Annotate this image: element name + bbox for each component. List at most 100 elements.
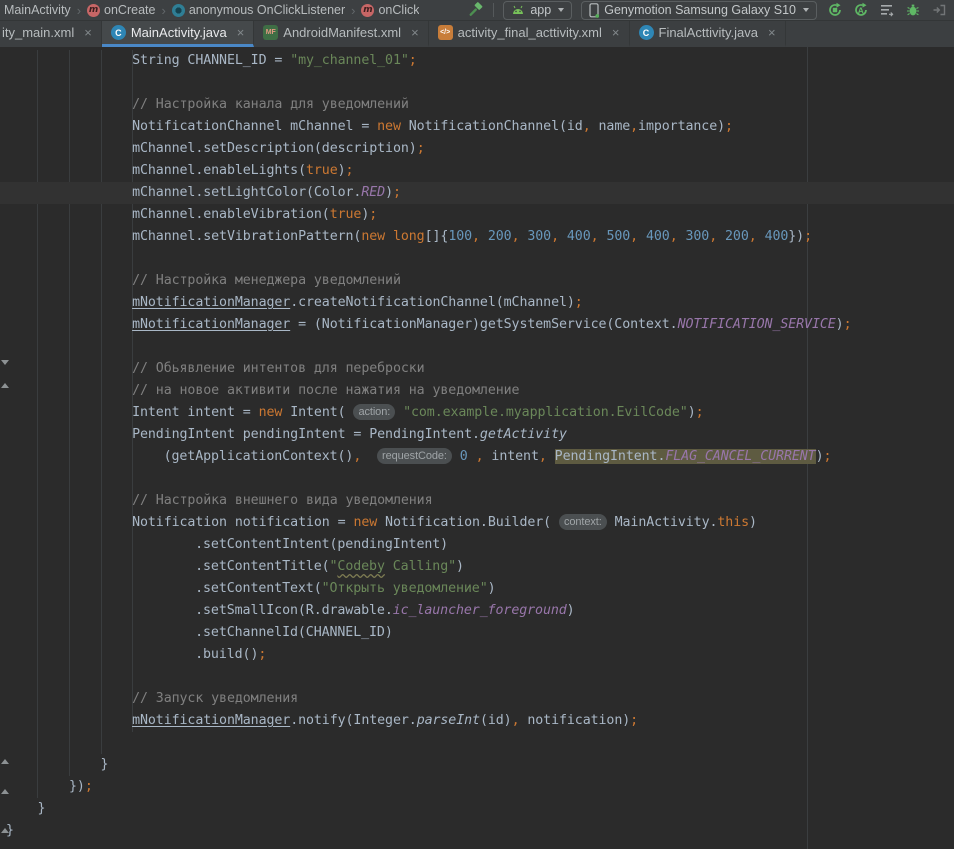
breadcrumb-item[interactable]: anonymous OnClickListener bbox=[172, 3, 345, 17]
apply-code-changes-icon[interactable]: A bbox=[852, 2, 870, 18]
fold-marker-icon[interactable] bbox=[1, 383, 9, 388]
close-icon[interactable]: × bbox=[612, 26, 620, 39]
breadcrumb-separator: › bbox=[161, 3, 165, 18]
code-line[interactable]: .build(); bbox=[0, 644, 954, 666]
editor-tab-bar: ity_main.xml × C MainActivity.java × MF Androi… bbox=[0, 21, 954, 47]
toolbar-actions: app Genymotion Samsung Galaxy S10 A bbox=[466, 1, 948, 20]
manifest-file-icon: MF bbox=[263, 25, 278, 40]
editor-tab[interactable]: C FinalActtivity.java × bbox=[630, 21, 786, 47]
android-icon bbox=[511, 5, 525, 15]
code-line[interactable] bbox=[0, 336, 954, 358]
xml-file-icon: </> bbox=[438, 25, 453, 40]
breadcrumb-separator: › bbox=[77, 3, 81, 18]
code-lines: String CHANNEL_ID = "my_channel_01"; // Н… bbox=[0, 47, 954, 842]
breadcrumb: MainActivity › m onCreate › anonymous OnClick… bbox=[4, 3, 419, 18]
code-line[interactable]: .setContentTitle("Codeby Calling") bbox=[0, 556, 954, 578]
breadcrumb-item[interactable]: m onCreate bbox=[87, 3, 155, 17]
editor-tab[interactable]: C MainActivity.java × bbox=[102, 21, 254, 47]
breadcrumb-label: MainActivity bbox=[4, 3, 71, 17]
code-line[interactable]: PendingIntent pendingIntent = PendingInt… bbox=[0, 424, 954, 446]
tab-label: FinalActtivity.java bbox=[659, 25, 758, 40]
code-line[interactable]: mNotificationManager.notify(Integer.pars… bbox=[0, 710, 954, 732]
code-line[interactable]: } bbox=[0, 754, 954, 776]
code-line[interactable]: .setContentIntent(pendingIntent) bbox=[0, 534, 954, 556]
breadcrumb-label: onCreate bbox=[104, 3, 155, 17]
close-icon[interactable]: × bbox=[237, 26, 245, 39]
code-line[interactable]: (getApplicationContext(), requestCode: 0… bbox=[0, 446, 954, 468]
method-icon: m bbox=[361, 4, 374, 17]
tab-label: AndroidManifest.xml bbox=[283, 25, 401, 40]
fold-marker-icon[interactable] bbox=[1, 828, 9, 833]
code-line[interactable]: }); bbox=[0, 776, 954, 798]
method-icon: m bbox=[87, 4, 100, 17]
run-actions: A bbox=[826, 2, 948, 18]
navigation-bar: MainActivity › m onCreate › anonymous OnClick… bbox=[0, 0, 954, 21]
close-icon[interactable]: × bbox=[84, 26, 92, 39]
tab-label: ity_main.xml bbox=[2, 25, 74, 40]
code-line[interactable]: // Настройка внешнего вида уведомления bbox=[0, 490, 954, 512]
code-line[interactable] bbox=[0, 666, 954, 688]
code-line[interactable] bbox=[0, 248, 954, 270]
code-line[interactable]: .setContentText("Открыть уведомление") bbox=[0, 578, 954, 600]
editor-tab[interactable]: MF AndroidManifest.xml × bbox=[254, 21, 428, 47]
fold-gutter bbox=[0, 47, 12, 849]
build-hammer-icon[interactable] bbox=[466, 2, 484, 19]
code-line[interactable]: // Настройка менеджера уведомлений bbox=[0, 270, 954, 292]
code-line[interactable]: Intent intent = new Intent( action: "com… bbox=[0, 402, 954, 424]
run-config-label: app bbox=[530, 3, 551, 17]
close-icon[interactable]: × bbox=[768, 26, 776, 39]
breadcrumb-item[interactable]: m onClick bbox=[361, 3, 419, 17]
code-line[interactable]: mNotificationManager = (NotificationMana… bbox=[0, 314, 954, 336]
editor-tab[interactable]: </> activity_final_acttivity.xml × bbox=[429, 21, 630, 47]
chevron-down-icon bbox=[558, 8, 564, 12]
attach-debugger-icon[interactable] bbox=[930, 2, 948, 18]
svg-text:A: A bbox=[858, 6, 864, 16]
code-line[interactable]: } bbox=[0, 820, 954, 842]
code-line[interactable] bbox=[0, 468, 954, 490]
chevron-down-icon bbox=[803, 8, 809, 12]
fold-marker-icon[interactable] bbox=[1, 789, 9, 794]
phone-icon bbox=[589, 3, 599, 18]
fold-marker-icon[interactable] bbox=[1, 759, 9, 764]
breadcrumb-label: onClick bbox=[378, 3, 419, 17]
android-studio-window: MainActivity › m onCreate › anonymous OnClick… bbox=[0, 0, 954, 849]
code-line[interactable]: mChannel.setDescription(description); bbox=[0, 138, 954, 160]
breadcrumb-item[interactable]: MainActivity bbox=[4, 3, 71, 17]
close-icon[interactable]: × bbox=[411, 26, 419, 39]
profiler-icon[interactable] bbox=[878, 2, 896, 18]
code-line[interactable]: .setChannelId(CHANNEL_ID) bbox=[0, 622, 954, 644]
code-line[interactable]: mChannel.enableLights(true); bbox=[0, 160, 954, 182]
code-line[interactable]: mChannel.setVibrationPattern(new long[]{… bbox=[0, 226, 954, 248]
code-line[interactable]: // Настройка канала для уведомлений bbox=[0, 94, 954, 116]
toolbar-separator bbox=[493, 3, 494, 17]
device-label: Genymotion Samsung Galaxy S10 bbox=[604, 3, 796, 17]
code-line[interactable]: } bbox=[0, 798, 954, 820]
run-config-selector[interactable]: app bbox=[503, 1, 572, 20]
anonymous-class-icon bbox=[172, 4, 185, 17]
tab-label: activity_final_acttivity.xml bbox=[458, 25, 602, 40]
code-line[interactable]: mChannel.enableVibration(true); bbox=[0, 204, 954, 226]
param-name-hint: context: bbox=[559, 514, 607, 530]
debug-icon[interactable] bbox=[904, 2, 922, 18]
code-line[interactable]: // Обьявление интентов для переброски bbox=[0, 358, 954, 380]
code-line[interactable]: mNotificationManager.createNotificationC… bbox=[0, 292, 954, 314]
code-line[interactable]: // на новое активити после нажатия на ув… bbox=[0, 380, 954, 402]
fold-marker-icon[interactable] bbox=[1, 360, 9, 365]
code-line[interactable]: Notification notification = new Notifica… bbox=[0, 512, 954, 534]
device-selector[interactable]: Genymotion Samsung Galaxy S10 bbox=[581, 1, 817, 20]
tab-label: MainActivity.java bbox=[131, 25, 227, 40]
code-line[interactable]: NotificationChannel mChannel = new Notif… bbox=[0, 116, 954, 138]
java-class-icon: C bbox=[111, 25, 126, 40]
breadcrumb-separator: › bbox=[351, 3, 355, 18]
code-line[interactable]: .setSmallIcon(R.drawable.ic_launcher_for… bbox=[0, 600, 954, 622]
code-line[interactable] bbox=[0, 732, 954, 754]
param-name-hint: action: bbox=[353, 404, 395, 420]
current-line[interactable]: mChannel.setLightColor(Color.RED); bbox=[0, 182, 954, 204]
apply-changes-icon[interactable] bbox=[826, 2, 844, 18]
code-line[interactable]: // Запуск уведомления bbox=[0, 688, 954, 710]
code-line[interactable]: String CHANNEL_ID = "my_channel_01"; bbox=[0, 50, 954, 72]
editor-tab[interactable]: ity_main.xml × bbox=[0, 21, 102, 47]
code-editor[interactable]: String CHANNEL_ID = "my_channel_01"; // Н… bbox=[0, 47, 954, 849]
code-line[interactable] bbox=[0, 72, 954, 94]
java-class-icon: C bbox=[639, 25, 654, 40]
